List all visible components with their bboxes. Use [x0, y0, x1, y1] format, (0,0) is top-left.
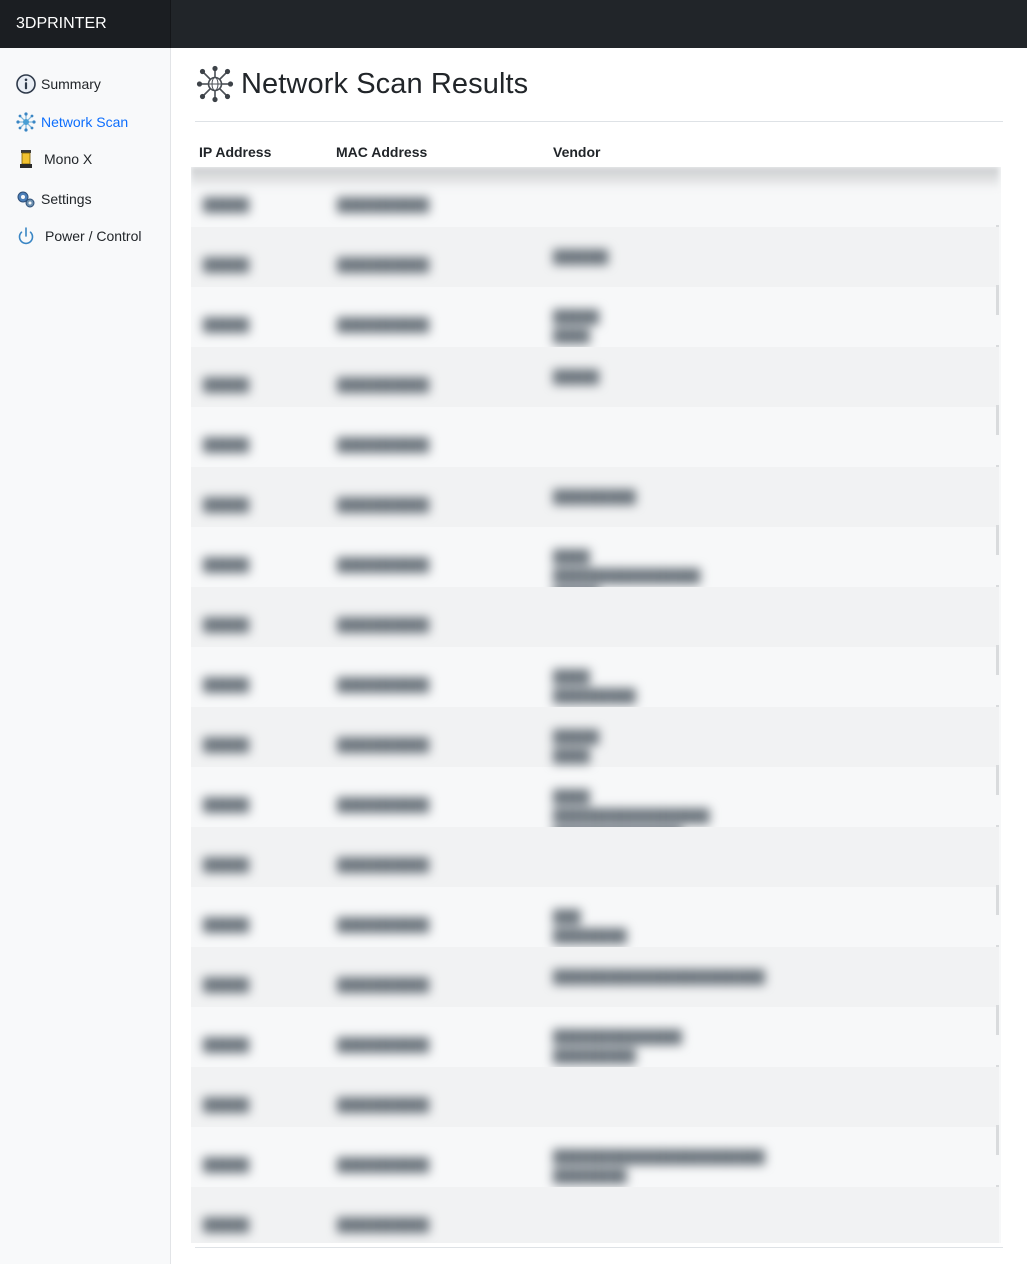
ip-cell: █████: [203, 1037, 250, 1052]
vendor-cell: █████████: [553, 309, 600, 343]
ip-cell: █████: [203, 737, 250, 752]
mac-cell: ██████████: [337, 437, 430, 452]
column-header-mac: MAC Address: [336, 144, 428, 160]
info-icon: [15, 73, 37, 95]
column-header-vendor: Vendor: [553, 144, 601, 160]
sidebar-item-settings[interactable]: Settings: [15, 185, 92, 213]
sidebar-item-network-scan[interactable]: Network Scan: [15, 108, 128, 136]
table-row: ████████████████████████████████████████…: [191, 1127, 999, 1215]
table-row: █████ ██████████: [191, 407, 999, 495]
mac-cell: ██████████: [337, 737, 430, 752]
mac-cell: ██████████: [337, 497, 430, 512]
table-row: ████████████████████████████████████████: [191, 527, 999, 615]
sidebar-item-label: Network Scan: [41, 114, 129, 130]
table-row: ██████████████████████████████████████: [191, 1007, 999, 1095]
mac-cell: ██████████: [337, 1217, 430, 1232]
table-row: █████ ██████████: [191, 167, 999, 255]
table-row: █████ ██████████ ██████: [191, 227, 999, 315]
table-header: IP Address MAC Address Vendor: [195, 140, 1003, 166]
table-row: ████████████████████████████████████████…: [191, 767, 999, 861]
table-row: █████ ██████████ ████ █████████: [191, 647, 999, 735]
mac-cell: ██████████: [337, 857, 430, 872]
sidebar-item-label: Power / Control: [45, 228, 142, 244]
divider: [195, 1247, 1003, 1248]
sidebar: Summary Network Scan Mono X Settings Pow…: [0, 48, 171, 1264]
vendor-cell: ███████████████████████ ████████: [553, 1149, 765, 1183]
ip-cell: █████: [203, 977, 250, 992]
vendor-cell: ████ █████████: [553, 669, 636, 703]
mac-cell: ██████████: [337, 617, 430, 632]
mac-cell: ██████████: [337, 677, 430, 692]
ip-cell: █████: [203, 557, 250, 572]
brand-link[interactable]: 3DPRINTER: [0, 0, 171, 48]
table-row: ██████████████████████████████████████: [191, 947, 999, 1035]
printer-icon: [15, 148, 37, 170]
ip-cell: █████: [203, 317, 250, 332]
mac-cell: ██████████: [337, 917, 430, 932]
ip-cell: █████: [203, 257, 250, 272]
page-title: Network Scan Results: [241, 67, 529, 100]
table-row: █████ ██████████: [191, 827, 999, 915]
mac-cell: ██████████: [337, 977, 430, 992]
table-row: ████████████████████████: [191, 707, 999, 795]
ip-cell: █████: [203, 1157, 250, 1172]
network-icon: [15, 111, 37, 133]
mac-cell: ██████████: [337, 257, 430, 272]
ip-cell: █████: [203, 1217, 250, 1232]
vendor-cell: █████████: [553, 489, 636, 504]
mac-cell: ██████████: [337, 797, 430, 812]
page-header: Network Scan Results: [195, 64, 528, 104]
sidebar-item-label: Summary: [41, 76, 101, 92]
table-row: █████ ██████████ ███ ████████: [191, 887, 999, 975]
main-content: Network Scan Results IP Address MAC Addr…: [191, 48, 1003, 1264]
ip-cell: █████: [203, 917, 250, 932]
mac-cell: ██████████: [337, 197, 430, 212]
vendor-cell: ███ ████████: [553, 909, 627, 943]
ip-cell: █████: [203, 797, 250, 812]
mac-cell: ██████████: [337, 1157, 430, 1172]
sidebar-item-label: Mono X: [44, 151, 93, 167]
sidebar-item-mono-x[interactable]: Mono X: [15, 145, 92, 173]
results-table-body-blurred: █████ ██████████ █████ ██████████ ██████ ████…: [191, 167, 1001, 1243]
sidebar-item-power-control[interactable]: Power / Control: [15, 222, 141, 250]
table-row: █████ ██████████ █████: [191, 347, 999, 435]
table-row: █████ ██████████: [191, 1067, 999, 1155]
vendor-cell: ███████████████████████: [553, 1029, 682, 1063]
vendor-cell: █████: [553, 369, 600, 384]
table-row: █████ ██████████: [191, 1187, 999, 1243]
sidebar-item-label: Settings: [41, 191, 92, 207]
mac-cell: ██████████: [337, 1037, 430, 1052]
mac-cell: ██████████: [337, 317, 430, 332]
mac-cell: ██████████: [337, 557, 430, 572]
gear-icon: [15, 188, 37, 210]
ip-cell: █████: [203, 437, 250, 452]
ip-cell: █████: [203, 497, 250, 512]
divider: [195, 121, 1003, 122]
ip-cell: █████: [203, 617, 250, 632]
column-header-ip: IP Address: [199, 144, 272, 160]
table-row: ████████████████████████: [191, 287, 999, 375]
table-row: ████████████████████████: [191, 467, 999, 555]
ip-cell: █████: [203, 377, 250, 392]
sidebar-item-summary[interactable]: Summary: [15, 70, 101, 98]
vendor-cell: ███████████████████████: [553, 969, 765, 984]
power-icon: [15, 225, 37, 247]
mac-cell: ██████████: [337, 377, 430, 392]
ip-cell: █████: [203, 197, 250, 212]
ip-cell: █████: [203, 677, 250, 692]
vendor-cell: █████████: [553, 729, 600, 763]
table-row: █████ ██████████: [191, 587, 999, 675]
network-icon: [195, 64, 235, 104]
vendor-cell: ██████: [553, 249, 609, 264]
ip-cell: █████: [203, 1097, 250, 1112]
mac-cell: ██████████: [337, 1097, 430, 1112]
ip-cell: █████: [203, 857, 250, 872]
